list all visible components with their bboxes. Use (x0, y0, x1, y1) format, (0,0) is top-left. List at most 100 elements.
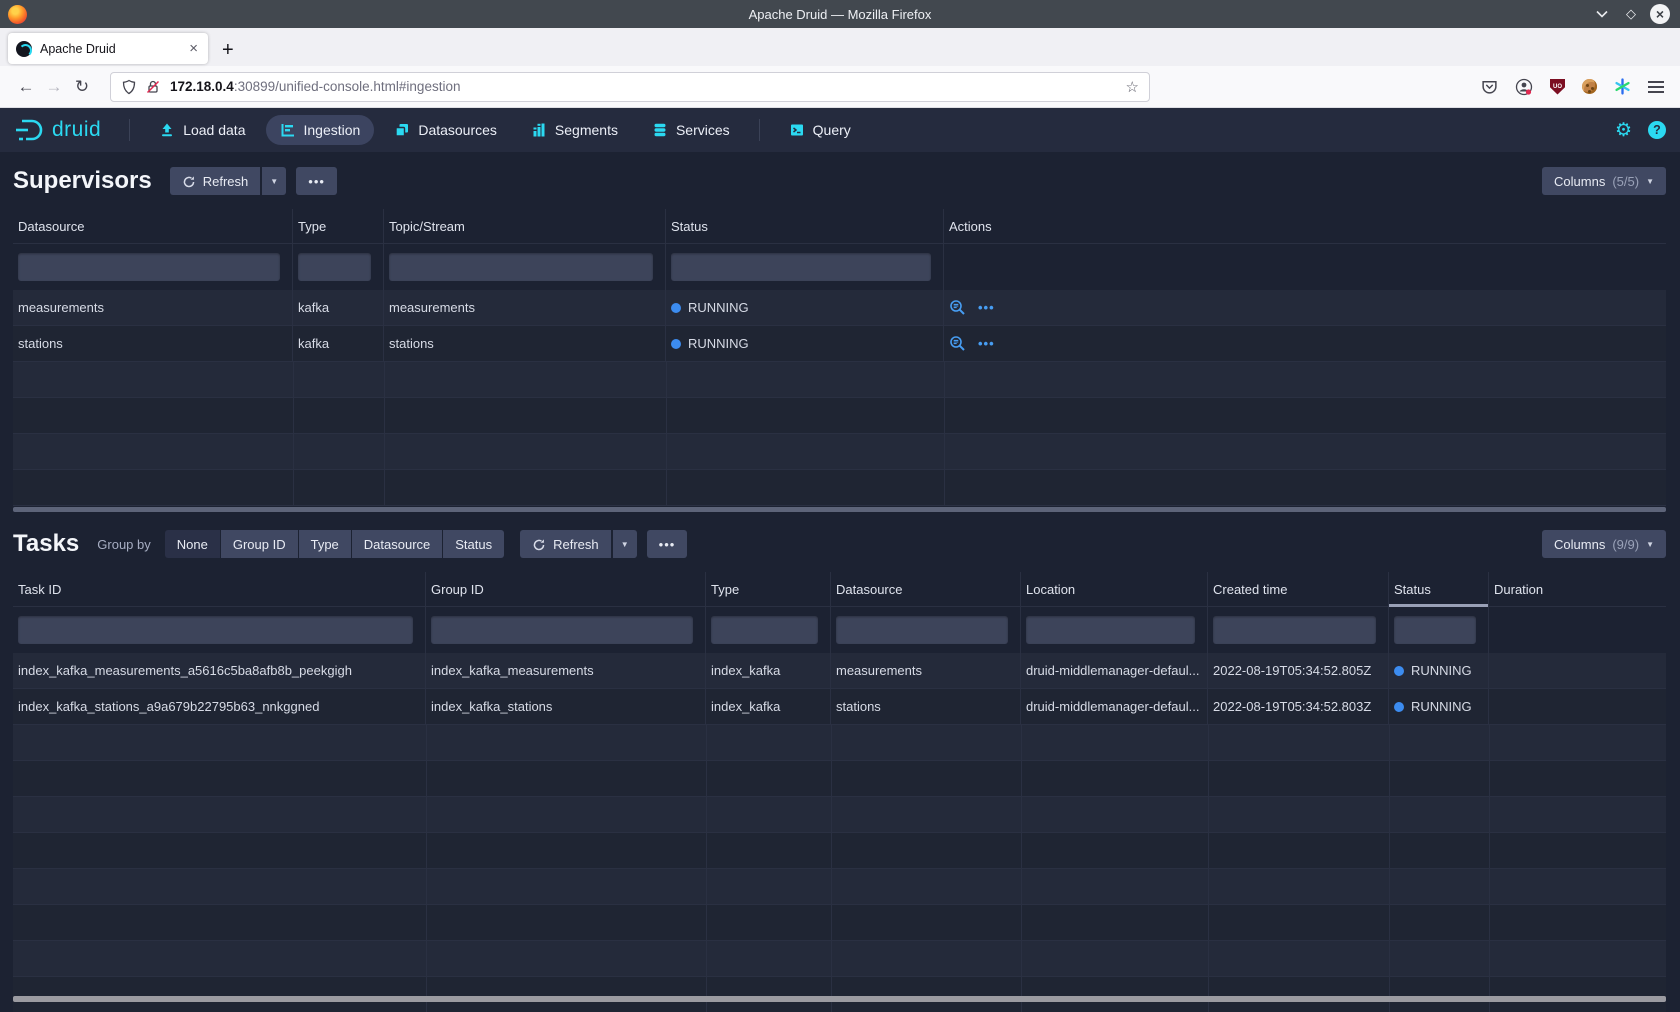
row-more-actions-icon[interactable]: ••• (978, 336, 995, 351)
tab-close-icon[interactable]: × (187, 40, 200, 57)
group-by-group-id-button[interactable]: Group ID (221, 530, 298, 558)
minimize-window-icon[interactable] (1592, 4, 1612, 24)
extension-asterisk-icon[interactable] (1614, 78, 1631, 95)
cell-actions: ••• (944, 290, 1666, 325)
tasks-refresh-caret-button[interactable]: ▼ (613, 530, 637, 558)
navbar-right: ⚙ ? (1615, 119, 1666, 142)
tasks-refresh-button[interactable]: Refresh (520, 530, 611, 558)
reload-icon[interactable]: ↻ (68, 77, 96, 97)
supervisor-row[interactable]: measurements kafka measurements RUNNING … (13, 290, 1666, 326)
nav-tab-ingestion[interactable]: Ingestion (266, 115, 375, 145)
caret-down-icon: ▼ (621, 540, 629, 549)
cell-type: kafka (293, 326, 384, 361)
settings-gear-icon[interactable]: ⚙ (1615, 119, 1632, 142)
horizontal-scrollbar[interactable] (13, 507, 1666, 512)
column-header-topic-stream[interactable]: Topic/Stream (384, 209, 666, 243)
ublock-origin-icon[interactable]: UO (1550, 79, 1565, 95)
group-by-type-button[interactable]: Type (299, 530, 351, 558)
group-by-status-button[interactable]: Status (443, 530, 504, 558)
group-id-filter-input[interactable] (431, 616, 693, 644)
column-header-datasource[interactable]: Datasource (831, 572, 1021, 606)
filter-cell (13, 244, 293, 290)
filter-cell (293, 244, 384, 290)
status-filter-input[interactable] (1394, 616, 1476, 644)
tasks-columns-button[interactable]: Columns (9/9) ▼ (1542, 530, 1666, 558)
nav-label: Query (813, 122, 851, 138)
nav-tab-datasources[interactable]: Datasources (380, 115, 511, 145)
bookmark-star-icon[interactable]: ☆ (1126, 78, 1139, 96)
druid-logo[interactable]: druid (14, 117, 101, 143)
menu-icon[interactable] (1648, 81, 1664, 93)
supervisors-refresh-button[interactable]: Refresh (170, 167, 261, 195)
cell-actions: ••• (944, 326, 1666, 361)
nav-tab-load-data[interactable]: Load data (145, 115, 259, 145)
help-icon[interactable]: ? (1648, 121, 1666, 139)
created-time-filter-input[interactable] (1213, 616, 1376, 644)
column-header-created-time[interactable]: Created time (1208, 572, 1389, 606)
inspect-magnifier-icon[interactable] (949, 335, 966, 352)
supervisors-refresh-caret-button[interactable]: ▼ (262, 167, 286, 195)
cookie-icon[interactable] (1582, 79, 1597, 94)
column-header-actions[interactable]: Actions (944, 209, 1666, 243)
nav-tab-query[interactable]: Query (775, 115, 865, 145)
url-text[interactable]: 172.18.0.4:30899/unified-console.html#in… (170, 79, 1126, 94)
cell-datasource: stations (831, 689, 1021, 724)
supervisor-row[interactable]: stations kafka stations RUNNING ••• (13, 326, 1666, 362)
account-icon[interactable] (1515, 78, 1533, 96)
back-icon[interactable]: ← (12, 77, 40, 97)
column-header-type[interactable]: Type (706, 572, 831, 606)
insecure-lock-icon[interactable] (145, 79, 161, 95)
supervisors-table: Datasource Type Topic/Stream Status Acti… (13, 209, 1666, 514)
column-header-location[interactable]: Location (1021, 572, 1208, 606)
task-id-filter-input[interactable] (18, 616, 413, 644)
row-more-actions-icon[interactable]: ••• (978, 300, 995, 315)
status-filter-input[interactable] (671, 253, 931, 281)
column-header-type[interactable]: Type (293, 209, 384, 243)
query-icon (789, 122, 805, 138)
navbar-divider (759, 119, 760, 141)
druid-logo-icon (14, 117, 46, 143)
pocket-icon[interactable] (1481, 78, 1498, 95)
columns-count: (9/9) (1612, 537, 1639, 552)
column-header-status[interactable]: Status (1389, 572, 1489, 606)
new-tab-button[interactable]: + (222, 40, 234, 60)
supervisors-more-button[interactable]: ••• (296, 167, 337, 195)
column-header-group-id[interactable]: Group ID (426, 572, 706, 606)
datasource-filter-input[interactable] (836, 616, 1008, 644)
running-status-dot (1394, 666, 1404, 676)
cell-duration (1489, 653, 1666, 688)
filter-cell (384, 244, 666, 290)
cell-task-id: index_kafka_stations_a9a679b22795b63_nnk… (13, 689, 426, 724)
horizontal-scrollbar[interactable] (13, 996, 1666, 1002)
forward-icon[interactable]: → (40, 77, 68, 97)
filter-cell (13, 607, 426, 653)
task-row[interactable]: index_kafka_measurements_a5616c5ba8afb8b… (13, 653, 1666, 689)
url-bar[interactable]: 172.18.0.4:30899/unified-console.html#in… (110, 72, 1150, 102)
column-header-duration[interactable]: Duration (1489, 572, 1666, 606)
empty-table-row (13, 905, 1666, 941)
tasks-more-button[interactable]: ••• (647, 530, 688, 558)
cell-task-id: index_kafka_measurements_a5616c5ba8afb8b… (13, 653, 426, 688)
task-row[interactable]: index_kafka_stations_a9a679b22795b63_nnk… (13, 689, 1666, 725)
type-filter-input[interactable] (298, 253, 371, 281)
location-filter-input[interactable] (1026, 616, 1195, 644)
supervisors-columns-button[interactable]: Columns (5/5) ▼ (1542, 167, 1666, 195)
group-by-none-button[interactable]: None (165, 530, 220, 558)
columns-label: Columns (1554, 174, 1605, 189)
group-by-datasource-button[interactable]: Datasource (352, 530, 442, 558)
inspect-magnifier-icon[interactable] (949, 299, 966, 316)
column-header-status[interactable]: Status (666, 209, 944, 243)
close-window-icon[interactable]: × (1650, 4, 1670, 24)
tab-apache-druid[interactable]: Apache Druid × (8, 33, 208, 64)
nav-tab-services[interactable]: Services (638, 115, 744, 145)
column-header-datasource[interactable]: Datasource (13, 209, 293, 243)
empty-table-row (13, 362, 1666, 398)
topic-stream-filter-input[interactable] (389, 253, 653, 281)
type-filter-input[interactable] (711, 616, 818, 644)
status-text: RUNNING (1411, 699, 1472, 714)
datasource-filter-input[interactable] (18, 253, 280, 281)
column-header-task-id[interactable]: Task ID (13, 572, 426, 606)
shield-icon[interactable] (121, 79, 137, 95)
nav-tab-segments[interactable]: Segments (517, 115, 632, 145)
maximize-window-icon[interactable]: ◇ (1621, 4, 1641, 24)
